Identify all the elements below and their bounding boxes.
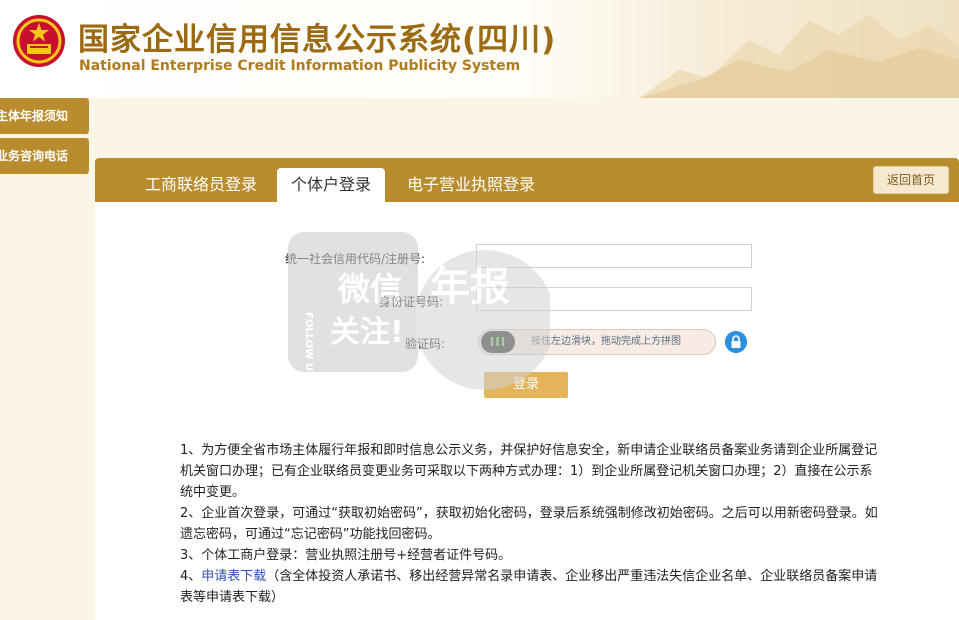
sidebar-item-annual-report-notice[interactable]: 主体年报须知 <box>0 98 89 134</box>
note-1: 1、为方便全省市场主体履行年报和即时信息公示义务，并保护好信息安全，新申请企业联… <box>180 443 878 500</box>
note-2: 2、企业首次登录，可通过“获取初始密码”，获取初始化密码，登录后系统强制修改初始… <box>180 506 878 542</box>
note-3: 3、个体工商户登录：营业执照注册号+经营者证件号码。 <box>180 548 512 563</box>
site-subtitle: National Enterprise Credit Information P… <box>79 58 521 74</box>
id-number-label: 身份证号码: <box>379 295 444 309</box>
captcha-slider[interactable]: III 按住左边滑块，拖动完成上方拼图 <box>478 329 716 355</box>
login-button[interactable]: 登录 <box>484 372 568 398</box>
tab-individual-login[interactable]: 个体户登录 <box>277 168 385 202</box>
site-header: 国家企业信用信息公示系统(四川) National Enterprise Cre… <box>0 0 959 98</box>
note-4: 4、申请表下载（含全体投资人承诺书、移出经营异常名录申请表、企业移出严重违法失信… <box>180 566 880 608</box>
back-home-button[interactable]: 返回首页 <box>873 166 949 194</box>
application-form-download-link[interactable]: 申请表下载 <box>201 569 266 584</box>
login-panel: 工商联络员登录 个体户登录 电子营业执照登录 返回首页 统一社会信用代码/注册号… <box>95 158 959 620</box>
note-4-prefix: 4、 <box>180 569 202 584</box>
slider-hint: 按住左边滑块，拖动完成上方拼图 <box>531 336 681 347</box>
national-emblem-icon <box>13 15 65 67</box>
lock-icon <box>725 331 747 353</box>
tab-e-license-login[interactable]: 电子营业执照登录 <box>407 168 535 202</box>
id-number-input[interactable] <box>476 287 752 311</box>
note-4-suffix: （含全体投资人承诺书、移出经营异常名录申请表、企业移出严重违法失信企业名单、企业… <box>180 569 878 605</box>
site-title: 国家企业信用信息公示系统(四川) <box>78 22 557 58</box>
credit-code-label: 统一社会信用代码/注册号: <box>285 252 426 266</box>
credit-code-input[interactable] <box>476 244 752 268</box>
tab-bar: 工商联络员登录 个体户登录 电子营业执照登录 返回首页 <box>95 158 959 202</box>
mountain-illustration <box>639 15 959 98</box>
login-notes: 1、为方便全省市场主体履行年报和即时信息公示义务，并保护好信息安全，新申请企业联… <box>180 440 880 608</box>
captcha-label: 验证码: <box>405 337 446 351</box>
sidebar-item-consult-phone[interactable]: 业务咨询电话 <box>0 138 89 174</box>
tab-liaison-login[interactable]: 工商联络员登录 <box>145 168 257 202</box>
slider-handle[interactable]: III <box>481 331 515 353</box>
